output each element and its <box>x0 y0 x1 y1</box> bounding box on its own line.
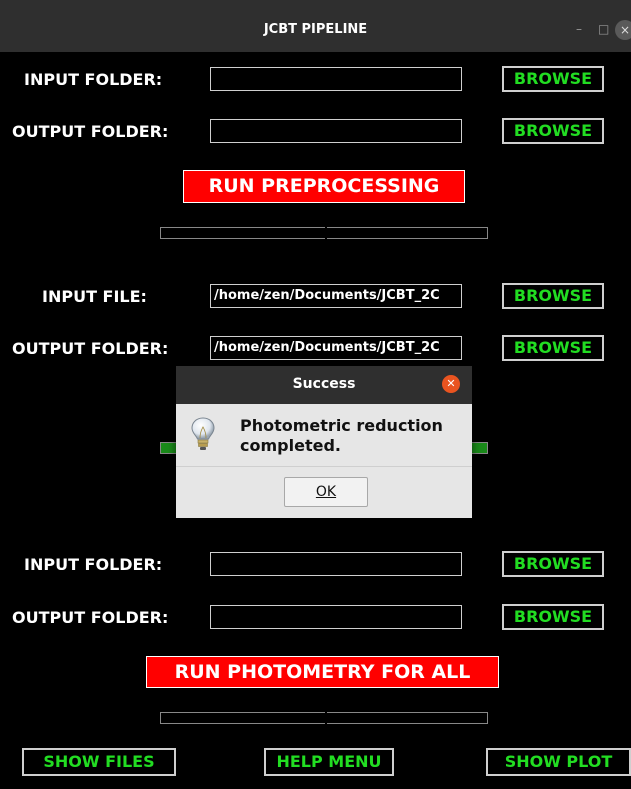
dialog-title: Success <box>292 376 356 392</box>
preprocess-output-folder-field[interactable] <box>210 119 462 143</box>
batch-output-folder-field[interactable] <box>210 605 462 629</box>
preprocess-input-folder-label: INPUT FOLDER: <box>24 70 163 89</box>
window-title: JCBT PIPELINE <box>263 22 368 37</box>
batch-output-folder-label: OUTPUT FOLDER: <box>12 608 169 627</box>
photometry-input-file-field[interactable]: /home/zen/Documents/JCBT_2C <box>210 284 462 308</box>
minimize-icon[interactable]: – <box>576 22 582 36</box>
preprocess-output-browse-button[interactable]: BROWSE <box>502 118 604 144</box>
lightbulb-info-icon <box>191 417 215 450</box>
photometry-output-folder-label: OUTPUT FOLDER: <box>12 339 169 358</box>
dialog-titlebar[interactable]: Success ✕ <box>176 366 472 404</box>
show-files-button[interactable]: SHOW FILES <box>22 748 176 776</box>
preprocess-input-folder-field[interactable] <box>210 67 462 91</box>
dialog-message: Photometric reduction completed. <box>240 416 443 455</box>
window-titlebar[interactable]: JCBT PIPELINE – □ × <box>0 0 631 52</box>
batch-progress-bar <box>160 712 488 724</box>
batch-input-folder-field[interactable] <box>210 552 462 576</box>
preprocessing-progress-bar <box>160 227 488 239</box>
batch-output-browse-button[interactable]: BROWSE <box>502 604 604 630</box>
photometry-input-file-label: INPUT FILE: <box>42 287 147 306</box>
close-icon[interactable]: × <box>615 20 631 40</box>
help-menu-button[interactable]: HELP MENU <box>264 748 394 776</box>
success-dialog: Success ✕ Photometric reduction complete… <box>176 366 472 518</box>
batch-input-folder-label: INPUT FOLDER: <box>24 555 163 574</box>
preprocess-input-browse-button[interactable]: BROWSE <box>502 66 604 92</box>
dialog-ok-label: OK <box>315 484 337 500</box>
batch-input-browse-button[interactable]: BROWSE <box>502 551 604 577</box>
run-preprocessing-button[interactable]: RUN PREPROCESSING <box>183 170 465 203</box>
photometry-output-folder-field[interactable]: /home/zen/Documents/JCBT_2C <box>210 336 462 360</box>
maximize-icon[interactable]: □ <box>598 22 609 36</box>
run-photometry-all-button[interactable]: RUN PHOTOMETRY FOR ALL <box>146 656 499 688</box>
dialog-ok-button[interactable]: OK <box>284 477 368 507</box>
show-plot-button[interactable]: SHOW PLOT <box>486 748 631 776</box>
preprocess-output-folder-label: OUTPUT FOLDER: <box>12 122 169 141</box>
photometry-output-browse-button[interactable]: BROWSE <box>502 335 604 361</box>
dialog-close-icon[interactable]: ✕ <box>442 375 460 393</box>
photometry-input-browse-button[interactable]: BROWSE <box>502 283 604 309</box>
